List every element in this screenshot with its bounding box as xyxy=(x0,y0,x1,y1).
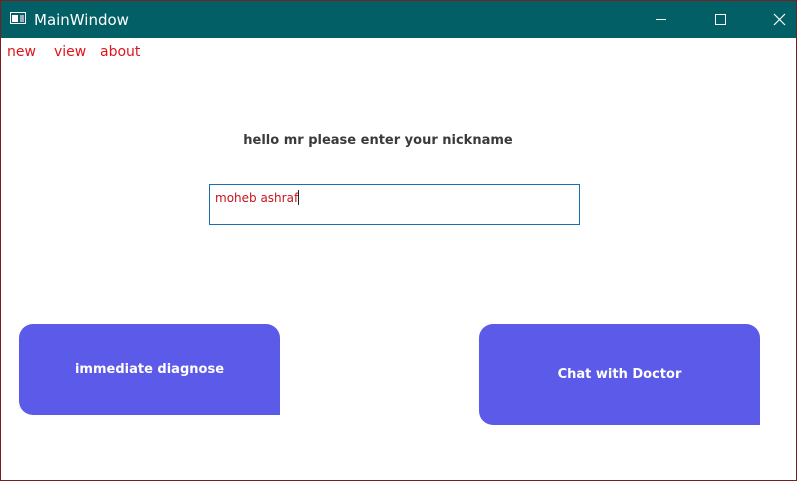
immediate-diagnose-button[interactable]: immediate diagnose xyxy=(19,324,280,415)
menu-item-about[interactable]: about xyxy=(100,44,140,61)
title-bar[interactable]: MainWindow xyxy=(1,1,796,38)
menu-item-view[interactable]: view xyxy=(54,44,86,61)
chat-with-doctor-label: Chat with Doctor xyxy=(557,367,682,382)
close-icon xyxy=(773,13,786,26)
nickname-input[interactable]: moheb ashraf xyxy=(209,184,580,225)
window-title: MainWindow xyxy=(34,11,129,29)
maximize-icon xyxy=(715,14,726,25)
nickname-input-value: moheb ashraf xyxy=(215,190,300,205)
minimize-icon xyxy=(656,19,666,20)
immediate-diagnose-label: immediate diagnose xyxy=(74,362,225,377)
main-window: MainWindow new view about hello mr pleas… xyxy=(0,0,797,481)
close-button[interactable] xyxy=(756,1,796,38)
chat-with-doctor-button[interactable]: Chat with Doctor xyxy=(479,324,760,425)
minimize-button[interactable] xyxy=(638,1,684,38)
menu-item-new[interactable]: new xyxy=(7,44,36,61)
app-window-icon xyxy=(10,12,26,24)
maximize-button[interactable] xyxy=(697,1,743,38)
nickname-prompt-label: hello mr please enter your nickname xyxy=(243,133,513,148)
text-caret xyxy=(298,190,300,205)
menu-bar: new view about xyxy=(1,38,796,64)
